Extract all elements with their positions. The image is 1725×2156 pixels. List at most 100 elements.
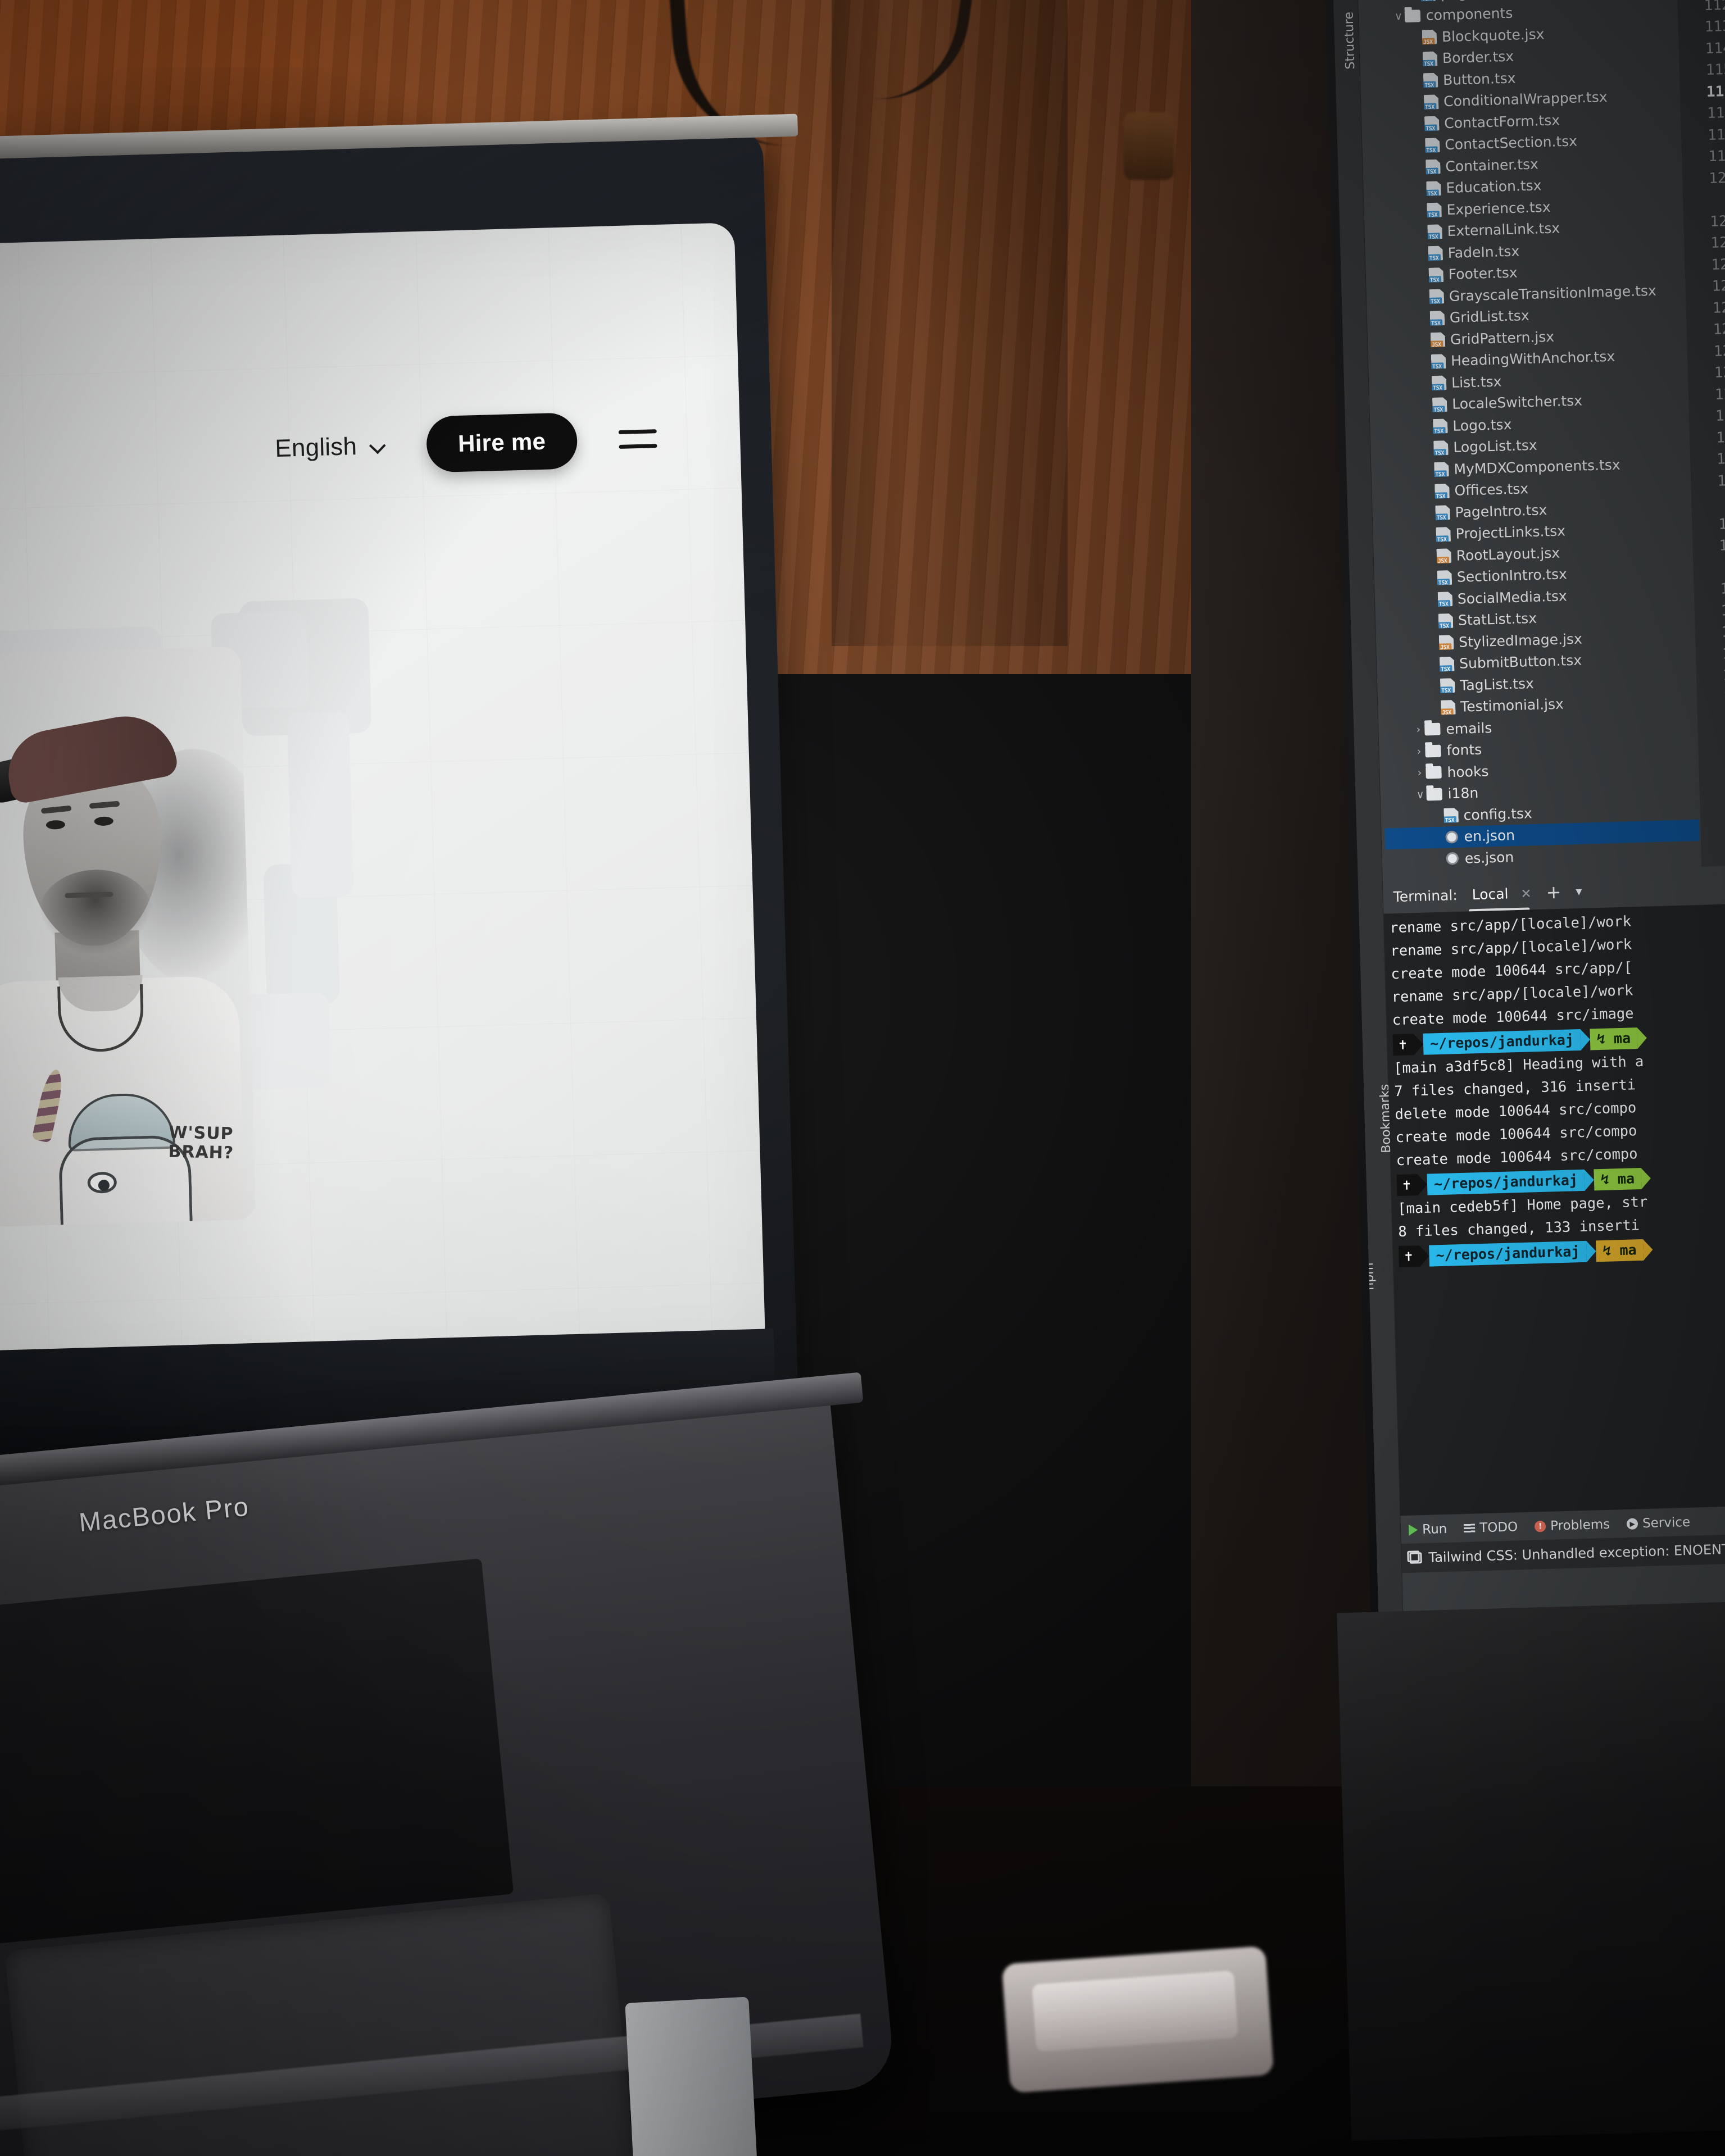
line-number: 121 xyxy=(1709,212,1725,230)
tree-item-label: FadeIn.tsx xyxy=(1447,243,1520,261)
tsx-file-icon: TSX xyxy=(1427,203,1442,218)
tsx-file-icon: TSX xyxy=(1438,613,1454,629)
git-icon: ✝ xyxy=(1396,1173,1418,1196)
line-number: 127 xyxy=(1713,342,1725,360)
status-services-label: Service xyxy=(1642,1514,1691,1531)
line-number: 148 xyxy=(1701,837,1725,860)
status-run-button[interactable]: Run xyxy=(1408,1522,1447,1538)
tool-window-structure[interactable]: Structure xyxy=(1342,12,1358,70)
tree-item-label: RootLayout.jsx xyxy=(1456,544,1560,564)
tsx-file-icon: TSX xyxy=(1430,311,1445,326)
prompt-path: ~/repos/jandurkaj xyxy=(1427,1169,1585,1195)
folder-icon xyxy=(1404,9,1421,22)
tree-item-label: fonts xyxy=(1446,741,1482,759)
folder-icon xyxy=(1426,766,1442,779)
error-message: Tailwind CSS: Unhandled exception: ENOEN… xyxy=(1428,1541,1725,1566)
portrait-collage: W'SUP BRAH? xyxy=(0,598,443,1279)
status-todo-button[interactable]: TODO xyxy=(1464,1520,1518,1536)
chevron-down-icon xyxy=(370,439,385,454)
tsx-file-icon: TSX xyxy=(1424,116,1440,131)
line-number: 133 xyxy=(1717,471,1725,490)
status-problems-button[interactable]: ! Problems xyxy=(1534,1517,1610,1534)
tree-item-label: ContactSection.tsx xyxy=(1444,133,1578,153)
line-number xyxy=(1693,556,1725,579)
tshirt-text: W'SUP BRAH? xyxy=(168,1122,242,1163)
status-services-button[interactable]: ▶ Service xyxy=(1626,1514,1691,1531)
chevron-down-icon[interactable]: ∨ xyxy=(1392,10,1405,23)
tsx-file-icon: TSX xyxy=(1432,375,1447,390)
project-file-tree[interactable]: TSXpage.tsx∨componentsJSXBlockquote.jsxT… xyxy=(1361,0,1701,876)
tsx-file-icon: TSX xyxy=(1435,484,1450,499)
chevron-right-icon[interactable]: › xyxy=(1413,767,1426,780)
chevron-right-icon[interactable]: › xyxy=(1413,745,1426,758)
jsx-file-icon: JSX xyxy=(1439,635,1454,650)
tsx-file-icon: TSX xyxy=(1432,397,1447,412)
tshirt-text-line-2: BRAH? xyxy=(168,1141,234,1163)
tsx-file-icon: TSX xyxy=(1425,138,1440,153)
tsx-file-icon: TSX xyxy=(1431,354,1446,369)
line-number: 134 xyxy=(1718,515,1725,533)
hire-me-button[interactable]: Hire me xyxy=(425,412,578,473)
tsx-file-icon: TSX xyxy=(1423,73,1438,88)
tree-item-label: page.tsx xyxy=(1440,0,1501,2)
json-file-icon xyxy=(1444,830,1459,845)
tree-item-label: Experience.tsx xyxy=(1446,198,1551,218)
line-number: 143 xyxy=(1698,729,1725,752)
line-number: 112 xyxy=(1704,0,1725,14)
tsx-file-icon: TSX xyxy=(1436,527,1451,542)
tsx-file-icon: TSX xyxy=(1435,505,1450,520)
locale-switcher[interactable]: English xyxy=(275,432,385,463)
git-icon: ✝ xyxy=(1392,1033,1414,1056)
tsx-file-icon: TSX xyxy=(1424,94,1439,110)
jsx-file-icon: JSX xyxy=(1436,548,1451,563)
tree-item-label: ConditionalWrapper.tsx xyxy=(1443,89,1608,110)
tree-item-label: HeadingWithAnchor.tsx xyxy=(1450,348,1615,370)
chevron-right-icon[interactable]: › xyxy=(1412,724,1425,736)
prompt-branch: ↯ ma xyxy=(1594,1167,1642,1190)
terminal-tab-local[interactable]: Local ✕ xyxy=(1472,885,1532,903)
macbook-pro-laptop: English Hire me er, nd tographer. n for … xyxy=(0,113,1101,2156)
prompt-branch: ↯ ma xyxy=(1590,1027,1638,1050)
tsx-file-icon: TSX xyxy=(1440,678,1455,693)
plus-icon[interactable]: + xyxy=(1546,881,1561,903)
line-number: 137 xyxy=(1721,601,1725,620)
line-number: 141 xyxy=(1723,688,1725,706)
close-icon[interactable]: ✕ xyxy=(1520,886,1532,902)
tree-item-label: es.json xyxy=(1464,848,1514,867)
git-icon: ✝ xyxy=(1399,1245,1420,1267)
laptop-screen: English Hire me er, nd tographer. n for … xyxy=(0,222,766,1390)
line-number: 119 xyxy=(1708,147,1725,165)
chevron-down-icon[interactable]: ∨ xyxy=(1414,788,1427,801)
site-header: English Hire me xyxy=(274,410,657,477)
tree-item-label: Logo.tsx xyxy=(1452,416,1512,434)
terminal-label: Terminal: xyxy=(1393,886,1458,905)
line-number: 126 xyxy=(1713,320,1725,338)
line-number: 131 xyxy=(1715,428,1725,447)
tsx-file-icon: TSX xyxy=(1420,0,1436,1)
hamburger-menu-icon[interactable] xyxy=(618,426,657,452)
terminal-output[interactable]: rename src/app/[locale]/work rename src/… xyxy=(1383,903,1725,1516)
laptop-stand-clip-highlight xyxy=(1032,1970,1238,2052)
line-number: 139 xyxy=(1722,644,1725,663)
tsx-file-icon: TSX xyxy=(1427,224,1442,239)
line-number: 140 xyxy=(1722,666,1725,684)
tree-item-label: config.tsx xyxy=(1463,804,1533,824)
tsx-file-icon: TSX xyxy=(1434,462,1449,477)
tsx-file-icon: TSX xyxy=(1429,289,1445,304)
chevron-down-icon[interactable]: ▾ xyxy=(1576,884,1582,898)
tree-item-label: Border.tsx xyxy=(1442,48,1514,67)
collage-notch xyxy=(287,711,354,898)
tsx-file-icon: TSX xyxy=(1437,570,1452,585)
tsx-file-icon: TSX xyxy=(1438,592,1453,607)
status-problems-label: Problems xyxy=(1550,1517,1610,1534)
